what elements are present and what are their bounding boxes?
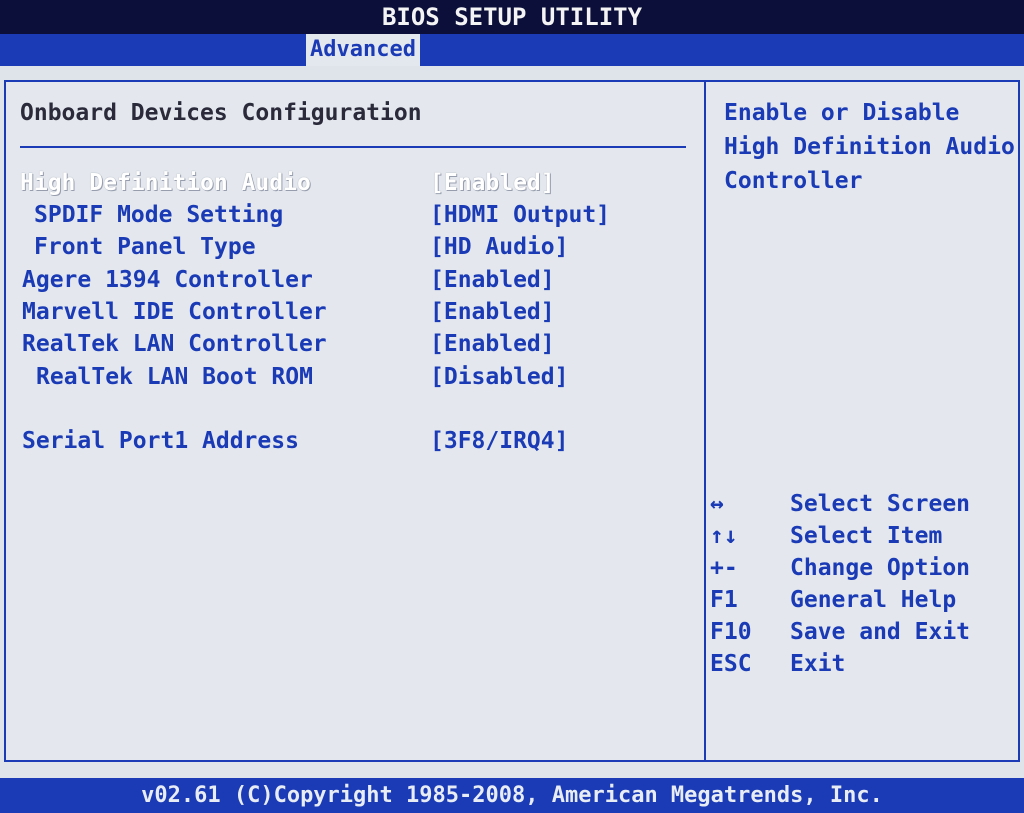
help-description: Enable or Disable High Definition Audio …	[724, 96, 1015, 198]
option-label: SPDIF Mode Setting	[34, 202, 284, 228]
key-exit: ESC Exit	[710, 648, 1016, 680]
help-line: Controller	[724, 168, 863, 194]
key-description: Select Screen	[790, 491, 971, 517]
option-high-definition-audio[interactable]: High Definition Audio [Enabled]	[6, 168, 696, 198]
key-select-item: ↑↓ Select Item	[710, 520, 1016, 552]
option-agere-1394-controller[interactable]: Agere 1394 Controller [Enabled]	[6, 265, 696, 295]
up-down-arrow-icon: ↑↓	[710, 523, 738, 549]
option-value[interactable]: [Enabled]	[430, 265, 555, 295]
option-label: Marvell IDE Controller	[22, 299, 327, 325]
help-line: High Definition Audio	[724, 134, 1015, 160]
option-front-panel-type[interactable]: Front Panel Type [HD Audio]	[6, 232, 696, 262]
option-value[interactable]: [3F8/IRQ4]	[430, 426, 568, 456]
option-spdif-mode-setting[interactable]: SPDIF Mode Setting [HDMI Output]	[6, 200, 696, 230]
help-line: Enable or Disable	[724, 100, 960, 126]
option-serial-port1-address[interactable]: Serial Port1 Address [3F8/IRQ4]	[6, 426, 696, 456]
option-value[interactable]: [Disabled]	[430, 362, 568, 392]
section-divider	[20, 146, 686, 148]
option-value[interactable]: [Enabled]	[430, 168, 555, 198]
option-realtek-lan-controller[interactable]: RealTek LAN Controller [Enabled]	[6, 329, 696, 359]
f1-key: F1	[710, 587, 738, 613]
copyright-footer: v02.61 (C)Copyright 1985-2008, American …	[0, 778, 1024, 813]
help-pane: Enable or Disable High Definition Audio …	[704, 82, 1020, 760]
key-legend: ↔ Select Screen ↑↓ Select Item +- Change…	[710, 488, 1016, 680]
key-select-screen: ↔ Select Screen	[710, 488, 1016, 520]
key-change-option: +- Change Option	[710, 552, 1016, 584]
option-label: RealTek LAN Controller	[22, 331, 327, 357]
options-pane: Onboard Devices Configuration High Defin…	[6, 82, 704, 760]
tab-advanced[interactable]: Advanced	[306, 34, 420, 66]
option-label: Serial Port1 Address	[22, 428, 299, 454]
key-save-and-exit: F10 Save and Exit	[710, 616, 1016, 648]
plus-minus-key: +-	[710, 555, 738, 581]
key-description: Select Item	[790, 523, 943, 549]
left-right-arrow-icon: ↔	[710, 491, 724, 517]
option-value[interactable]: [HDMI Output]	[430, 200, 610, 230]
section-title: Onboard Devices Configuration	[20, 100, 422, 126]
bottom-gap	[0, 762, 1024, 778]
tab-bar: Advanced	[0, 34, 1024, 66]
option-value[interactable]: [Enabled]	[430, 297, 555, 327]
option-label: RealTek LAN Boot ROM	[36, 364, 313, 390]
key-description: Change Option	[790, 555, 971, 581]
option-value[interactable]: [Enabled]	[430, 329, 555, 359]
option-label: Front Panel Type	[34, 234, 256, 260]
option-marvell-ide-controller[interactable]: Marvell IDE Controller [Enabled]	[6, 297, 696, 327]
key-general-help: F1 General Help	[710, 584, 1016, 616]
main-frame: Onboard Devices Configuration High Defin…	[4, 80, 1020, 762]
key-description: Save and Exit	[790, 619, 971, 645]
esc-key: ESC	[710, 651, 752, 677]
key-description: Exit	[790, 651, 846, 677]
key-description: General Help	[790, 587, 957, 613]
f10-key: F10	[710, 619, 752, 645]
window-title: BIOS SETUP UTILITY	[0, 0, 1024, 34]
option-label: High Definition Audio	[20, 170, 311, 196]
option-value[interactable]: [HD Audio]	[430, 232, 568, 262]
option-label: Agere 1394 Controller	[22, 267, 313, 293]
option-realtek-lan-boot-rom[interactable]: RealTek LAN Boot ROM [Disabled]	[6, 362, 696, 392]
